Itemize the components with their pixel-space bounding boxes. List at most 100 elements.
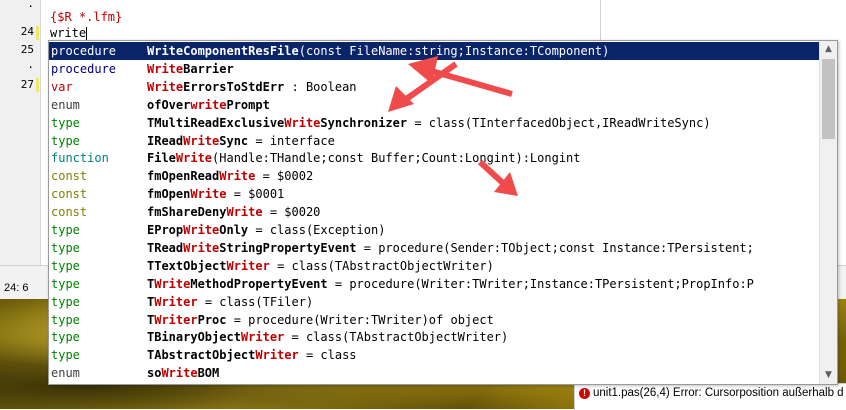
name-match-highlight: Write — [175, 151, 213, 166]
completion-item-signature: = procedure(Writer:TWriter;Instance:TPer… — [327, 276, 754, 291]
completion-item-kind: const — [51, 169, 88, 184]
completion-item-name: TAbstractObjectWriter = class — [147, 346, 357, 364]
completion-item[interactable]: function FileWrite(Handle:THandle;const B… — [49, 149, 819, 167]
modified-line-marker — [36, 26, 39, 40]
completion-item-kind: type — [51, 115, 80, 130]
completion-item-signature: = $0001 — [226, 187, 285, 202]
name-match-highlight: write — [190, 97, 227, 112]
error-icon: ! — [579, 388, 590, 399]
completion-item[interactable]: const fmOpenReadWrite = $0002 — [49, 167, 819, 185]
name-prefix: TBinaryObject — [147, 330, 241, 345]
completion-item-signature: = $0002 — [255, 169, 314, 184]
completion-item-kind: type — [51, 133, 80, 148]
completion-item[interactable]: enum ofOverwritePrompt — [49, 96, 819, 114]
name-prefix: TRead — [147, 240, 184, 255]
completion-item[interactable]: type EPropWriteOnly = class(Exception) — [49, 221, 819, 239]
name-suffix: MethodPropertyEvent — [190, 276, 328, 291]
name-match-highlight: Write — [183, 223, 220, 237]
completion-item[interactable]: type TWriteMethodPropertyEvent = procedur… — [49, 275, 819, 293]
name-prefix: fmOpenRead — [147, 169, 220, 184]
completion-item-kind: type — [51, 276, 80, 291]
name-prefix: TTextObject — [147, 258, 227, 273]
scroll-up-arrow-icon[interactable]: ▲ — [820, 41, 837, 58]
name-suffix: BOM — [197, 366, 220, 381]
cursor-position: 24: 6 — [4, 282, 29, 294]
completion-item[interactable]: type TWriter = class(TFiler) — [49, 293, 819, 311]
completion-item[interactable]: type TTextObjectWriter = class(TAbstractO… — [49, 257, 819, 275]
completion-item[interactable]: type TAbstractObjectWriter = class — [49, 346, 819, 364]
completion-item-kind: type — [51, 348, 80, 363]
name-suffix: ComponentResFile — [183, 44, 299, 58]
name-prefix: fmOpen — [147, 187, 191, 202]
code-line-typed[interactable]: write — [50, 26, 88, 40]
messages-panel[interactable]: ! unit1.pas(26,4) Error: Cursorposition … — [574, 383, 846, 410]
completion-item[interactable]: type TWriterProc = procedure(Writer:TWrit… — [49, 311, 819, 329]
name-prefix: TAbstractObject — [147, 348, 256, 363]
completion-item[interactable]: procedure WriteBarrier — [49, 60, 819, 78]
completion-item-signature: = procedure(Writer:TWriter)of object — [226, 312, 494, 327]
completion-item[interactable]: type TReadWriteStringPropertyEvent = proc… — [49, 239, 819, 257]
name-match-highlight: Write — [183, 133, 220, 148]
name-match-highlight: Writer — [255, 348, 299, 363]
completion-item[interactable]: var WriteErrorsToStdErr : Boolean — [49, 78, 819, 96]
gutter-line-number: 24 — [20, 25, 34, 38]
completion-item-name: TWriteMethodPropertyEvent = procedure(Wr… — [147, 275, 754, 293]
completion-item[interactable]: type TBinaryObjectWriter = class(TAbstrac… — [49, 328, 819, 346]
name-prefix: IRead — [147, 133, 184, 148]
completion-item-kind: function — [51, 151, 109, 166]
name-prefix: so — [147, 366, 162, 381]
completion-item-name: fmOpenReadWrite = $0002 — [147, 167, 313, 185]
completion-item[interactable]: const fmShareDenyWrite = $0020 — [49, 203, 819, 221]
completion-item-signature: : Boolean — [284, 79, 357, 94]
completion-item-name: WriteBarrier — [147, 60, 234, 78]
code-line-directive[interactable]: {$R *.lfm} — [50, 10, 122, 24]
name-suffix: Prompt — [226, 97, 270, 112]
typed-text: write — [50, 26, 87, 40]
name-suffix: Barrier — [183, 61, 234, 76]
completion-item-name: fmOpenWrite = $0001 — [147, 185, 284, 203]
completion-item-signature: = class — [298, 348, 357, 363]
name-prefix: fmShareDeny — [147, 205, 227, 220]
name-match-highlight: Writer — [154, 294, 198, 309]
name-prefix: ofOver — [147, 97, 191, 112]
completion-item-kind: procedure — [51, 44, 117, 58]
gutter-line-number: 27 — [20, 78, 34, 91]
name-match-highlight: Writer — [154, 312, 198, 327]
name-match-highlight: Writer — [226, 258, 270, 273]
error-message[interactable]: unit1.pas(26,4) Error: Cursorposition au… — [593, 387, 844, 399]
completion-item-signature: (Handle:THandle;const Buffer;Count:Longi… — [212, 151, 581, 166]
completion-item-name: EPropWriteOnly = class(Exception) — [147, 221, 385, 239]
scroll-thumb[interactable] — [822, 59, 835, 139]
gutter-line-number: 25 — [20, 43, 34, 56]
completion-item[interactable]: const fmOpenWrite = $0001 — [49, 185, 819, 203]
completion-item-name: TBinaryObjectWriter = class(TAbstractObj… — [147, 328, 508, 346]
scroll-down-arrow-icon[interactable]: ▼ — [820, 367, 837, 384]
completion-item-name: TWriterProc = procedure(Writer:TWriter)o… — [147, 311, 494, 329]
name-match-highlight: Writer — [240, 330, 285, 345]
modified-line-marker — [36, 78, 39, 92]
completion-item-kind: type — [51, 223, 80, 237]
completion-item[interactable]: enum soWriteBOM — [49, 364, 819, 382]
completion-item-kind: enum — [51, 366, 80, 381]
code-completion-popup[interactable]: procedure WriteComponentResFile(const Fil… — [48, 40, 838, 385]
completion-item-kind: enum — [51, 97, 80, 112]
name-suffix: StringPropertyEvent — [219, 240, 357, 255]
line-number-gutter: · 24 25 · 27 — [0, 0, 41, 265]
completion-item-signature: = class(TFiler) — [197, 294, 314, 309]
completion-item-kind: type — [51, 330, 80, 345]
completion-item-name: FileWrite(Handle:THandle;const Buffer;Co… — [147, 149, 581, 167]
completion-item[interactable]: procedure WriteComponentResFile(const Fil… — [49, 42, 819, 60]
completion-item-name: soWriteBOM — [147, 364, 219, 382]
completion-item[interactable]: type IReadWriteSync = interface — [49, 132, 819, 150]
completion-item-kind: type — [51, 312, 80, 327]
completion-item[interactable]: type TMultiReadExclusiveWriteSynchronizer… — [49, 114, 819, 132]
completion-item-kind: type — [51, 240, 80, 255]
completion-item-name: fmShareDenyWrite = $0020 — [147, 203, 320, 221]
completion-item-signature: = class(TAbstractObjectWriter) — [284, 330, 509, 345]
name-suffix: Only — [219, 223, 249, 237]
gutter-line-number: · — [27, 0, 34, 13]
vertical-scrollbar[interactable]: ▲ ▼ — [819, 41, 837, 384]
text-cursor — [86, 27, 88, 40]
name-match-highlight: Write — [147, 44, 184, 58]
completion-item-name: WriteErrorsToStdErr : Boolean — [147, 78, 357, 96]
